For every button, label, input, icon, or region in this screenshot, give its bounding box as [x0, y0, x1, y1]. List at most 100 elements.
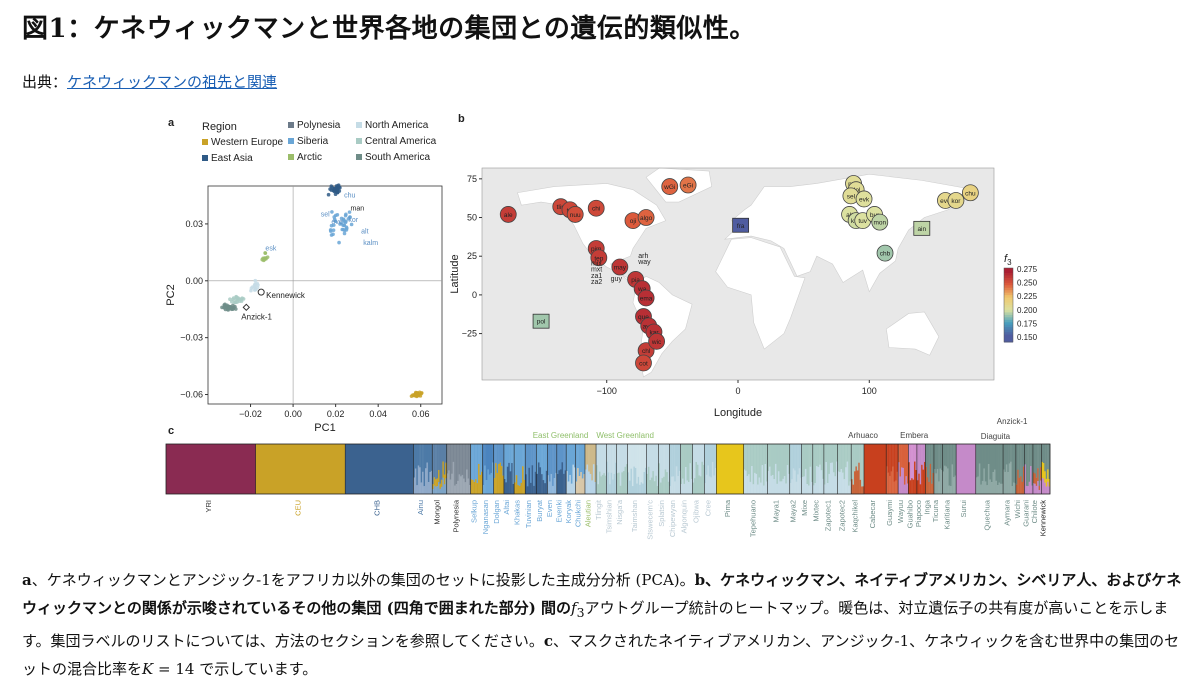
admixture-bar-segment	[499, 444, 502, 463]
admixture-bar-segment	[935, 444, 937, 474]
panel-b-letter: b	[458, 113, 465, 125]
admixture-bar-segment	[461, 444, 464, 476]
admixture-bar-segment	[995, 444, 998, 481]
panel-c-letter: c	[168, 425, 174, 437]
admixture-bar-segment	[902, 467, 905, 495]
colorbar-label: f3	[1004, 253, 1012, 267]
x-tick-label: −0.02	[239, 409, 262, 419]
admixture-bar-segment	[598, 471, 601, 495]
legend-label: Western Europe	[211, 137, 284, 148]
admixture-bar-segment	[846, 444, 849, 462]
admixture-bar-segment	[951, 464, 954, 495]
admixture-bar-segment	[603, 473, 606, 495]
admixture-bar-segment	[490, 444, 493, 474]
admixture-bar-segment	[663, 476, 665, 495]
admixture-bar-segment	[487, 469, 490, 495]
map-population-label: pol	[537, 319, 546, 326]
admixture-bar-segment	[435, 486, 437, 495]
admixture-population-label: Ainu	[416, 500, 425, 515]
admixture-bar-segment	[693, 478, 696, 495]
admixture-bar-segment	[1008, 444, 1011, 464]
admixture-bar-segment	[659, 444, 662, 483]
admixture-bar-segment	[893, 481, 896, 495]
pca-point	[337, 240, 341, 245]
admixture-bar-segment	[993, 469, 996, 495]
source-line: 出典：ケネウィックマンの祖先と関連	[22, 71, 277, 92]
admixture-bar-segment	[451, 473, 453, 495]
admixture-bar-segment	[797, 474, 799, 495]
admixture-bar-segment	[914, 461, 916, 495]
admixture-bar-segment	[643, 444, 646, 473]
admixture-bar-segment	[531, 465, 534, 495]
caption-b-sub: 3	[576, 605, 585, 620]
map-population-label: evk	[859, 196, 870, 203]
admixture-bar-segment	[797, 444, 799, 475]
admixture-bar-segment	[936, 468, 939, 495]
admixture-bar-segment	[671, 476, 673, 495]
admixture-bar-segment	[440, 486, 443, 495]
admixture-bar-segment	[630, 444, 633, 469]
admixture-bar-segment	[1030, 444, 1032, 467]
admixture-bar	[255, 444, 346, 494]
admixture-bar-segment	[990, 444, 993, 483]
admixture-population-cree: Cree	[703, 444, 717, 516]
admixture-bar-segment	[580, 444, 583, 473]
admixture-bar-segment	[772, 474, 774, 495]
admixture-bar-segment	[451, 444, 453, 474]
admixture-bar-segment	[467, 444, 470, 479]
map-population-label: eGi	[683, 183, 693, 190]
admixture-bar-segment	[990, 482, 993, 495]
admixture-bar-segment	[488, 474, 491, 495]
admixture-bar-segment	[814, 483, 817, 495]
admixture-bar-segment	[591, 444, 594, 481]
colorbar-tick-label: 0.275	[1017, 265, 1038, 274]
admixture-bar-segment	[689, 463, 692, 495]
admixture-bar-segment	[855, 444, 858, 467]
source-link[interactable]: ケネウィックマンの祖先と関連	[67, 73, 277, 91]
admixture-bar-segment	[1028, 481, 1031, 495]
map-population-label: wGi	[663, 184, 675, 191]
admixture-bar-segment	[779, 444, 782, 482]
admixture-bar-segment	[984, 481, 987, 495]
admixture-bar-segment	[613, 473, 616, 495]
admixture-bar-segment	[440, 479, 443, 488]
admixture-bar-segment	[854, 444, 856, 472]
pca-cluster-label: kalm	[363, 240, 378, 247]
admixture-population-nisga-a: Nisga'a	[615, 444, 628, 525]
admixture-bar-segment	[840, 444, 843, 470]
admixture-bar-segment	[978, 444, 981, 464]
admixture-bar-segment	[649, 444, 652, 481]
admixture-bar-segment	[443, 484, 446, 495]
admixture-bar-segment	[439, 444, 442, 484]
admixture-bar-segment	[792, 444, 795, 469]
pca-point	[264, 256, 268, 260]
legend-label: South America	[365, 152, 430, 163]
map-population-label: oji	[630, 218, 637, 225]
admixture-bar-segment	[479, 474, 482, 495]
admixture-bar-segment	[809, 466, 812, 495]
admixture-bar-segment	[624, 466, 627, 495]
admixture-bar-segment	[1021, 481, 1024, 495]
admixture-bar-segment	[931, 483, 933, 495]
admixture-bar-segment	[422, 471, 424, 495]
admixture-bar-segment	[755, 444, 758, 475]
admixture-bar-segment	[774, 463, 777, 495]
map-y-tick-label: 25	[467, 251, 477, 261]
admixture-population-label: Ticuna	[931, 499, 940, 522]
admixture-bar-segment	[1045, 444, 1048, 480]
admixture-bar-segment	[475, 479, 477, 495]
pca-cluster-label: chu	[344, 192, 355, 199]
y-tick-label: 0.00	[185, 276, 203, 286]
admixture-bar-segment	[653, 444, 656, 482]
admixture-bar-segment	[529, 482, 532, 495]
admixture-bar-segment	[763, 444, 765, 486]
admixture-population-label: Algonquin	[680, 500, 689, 533]
admixture-bar-segment	[899, 444, 902, 477]
admixture-bar-segment	[439, 483, 442, 490]
admixture-bar-segment	[998, 444, 1001, 483]
admixture-bar-segment	[552, 485, 554, 495]
admixture-bar-segment	[539, 467, 542, 495]
admixture-bar-segment	[629, 444, 631, 481]
admixture-bar-segment	[597, 444, 600, 485]
panel-a-letter: a	[168, 117, 175, 129]
